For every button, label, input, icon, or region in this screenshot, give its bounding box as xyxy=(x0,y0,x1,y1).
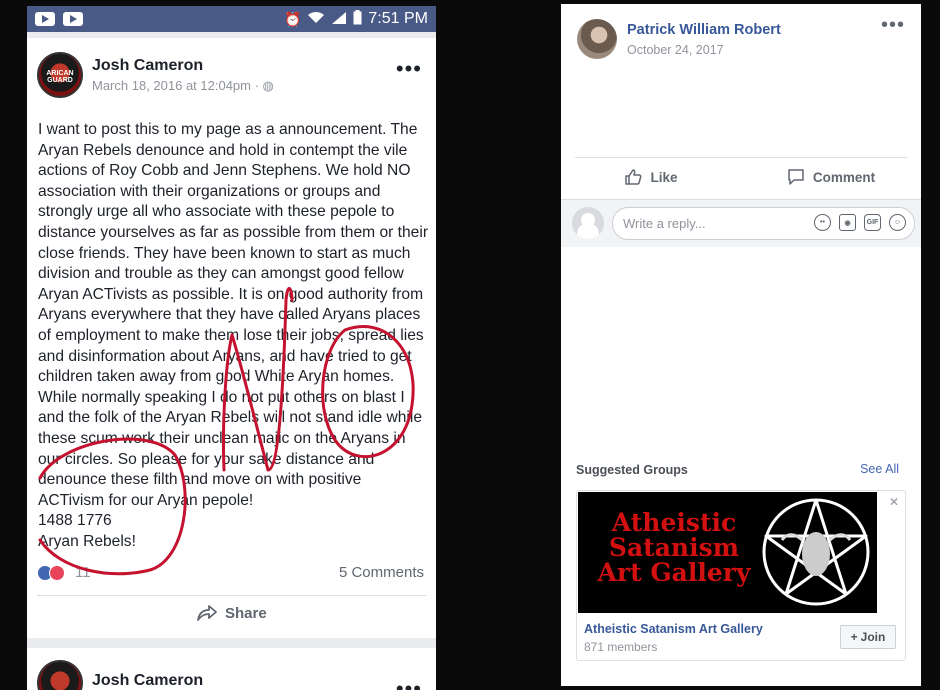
post-author[interactable]: Josh Cameron xyxy=(92,672,203,690)
avatar xyxy=(572,207,604,239)
post-body: I want to post this to my page as a anno… xyxy=(38,120,428,552)
suggested-groups-title: Suggested Groups xyxy=(576,463,688,477)
alarm-icon: ⏰ xyxy=(283,10,302,27)
more-options-icon[interactable]: ••• xyxy=(396,58,422,80)
signal-icon xyxy=(331,11,347,28)
group-members: 871 members xyxy=(584,640,658,654)
battery-icon xyxy=(353,10,362,28)
thumbs-up-icon xyxy=(625,169,642,185)
comment-header: Patrick William Robert October 24, 2017 xyxy=(577,19,781,59)
see-all-link[interactable]: See All xyxy=(860,462,899,476)
reaction-count: 11 xyxy=(75,564,91,581)
comment-button[interactable]: Comment xyxy=(741,168,921,186)
avatar[interactable] xyxy=(577,19,617,59)
youtube-icon xyxy=(63,12,83,26)
plus-icon: + xyxy=(850,630,858,644)
share-button[interactable]: Share xyxy=(197,604,267,622)
sticker-icon[interactable]: ☺ xyxy=(889,214,906,231)
post-signature-line2: Aryan Rebels! xyxy=(38,532,136,550)
group-banner-text: Atheistic Satanism Art Gallery xyxy=(597,508,751,587)
more-options-icon[interactable]: ••• xyxy=(396,678,422,690)
comment-panel: Patrick William Robert October 24, 2017 … xyxy=(561,4,921,686)
post-signature-line1: 1488 1776 xyxy=(38,512,112,530)
phone-screenshot: ⏰ 7:51 PM ARICAN GUARD Josh Cameron Marc… xyxy=(27,6,436,690)
avatar[interactable] xyxy=(37,660,83,690)
status-bar: ⏰ 7:51 PM xyxy=(27,6,436,32)
avatar[interactable]: ARICAN GUARD xyxy=(37,52,83,98)
status-icons: ⏰ xyxy=(284,10,362,28)
pentagram-icon xyxy=(762,498,870,606)
group-card: Atheistic Satanism Art Gallery ✕ Atheist… xyxy=(576,490,906,661)
group-name[interactable]: Atheistic Satanism Art Gallery xyxy=(584,622,763,636)
avatar-caption: ARICAN GUARD xyxy=(46,70,74,84)
divider xyxy=(37,595,426,596)
post-text: I want to post this to my page as a anno… xyxy=(38,121,429,509)
post-author[interactable]: Josh Cameron xyxy=(92,57,274,75)
comment-label: Comment xyxy=(812,169,876,185)
wifi-icon xyxy=(307,11,325,27)
action-bar: Like Comment xyxy=(561,168,921,186)
youtube-icon xyxy=(35,12,55,26)
share-icon xyxy=(197,605,217,621)
reply-composer: •• ◉ GIF ☺ xyxy=(561,199,921,247)
commenter-name[interactable]: Patrick William Robert xyxy=(627,22,781,38)
reply-input[interactable] xyxy=(623,216,803,231)
post-header: ARICAN GUARD Josh Cameron March 18, 2016… xyxy=(37,52,274,98)
share-label: Share xyxy=(225,604,267,622)
post-timestamp[interactable]: March 18, 2016 at 12:04pm · ◍ xyxy=(92,78,274,94)
angry-reaction-icon xyxy=(49,564,65,581)
join-label: Join xyxy=(860,630,886,644)
divider xyxy=(575,157,907,158)
comments-count[interactable]: 5 Comments xyxy=(339,564,424,581)
status-time: 7:51 PM xyxy=(368,10,428,27)
like-label: Like xyxy=(650,169,678,185)
more-options-icon[interactable]: ••• xyxy=(881,15,905,35)
like-button[interactable]: Like xyxy=(561,168,741,186)
post-date-text: March 18, 2016 at 12:04pm · xyxy=(92,77,263,93)
reactions-summary[interactable]: 11 xyxy=(37,564,91,581)
emoji-icon[interactable]: •• xyxy=(814,214,831,231)
speech-bubble-icon xyxy=(788,169,804,185)
camera-icon[interactable]: ◉ xyxy=(839,214,856,231)
comment-date[interactable]: October 24, 2017 xyxy=(627,43,781,57)
gif-icon[interactable]: GIF xyxy=(864,214,881,231)
feed-post: ARICAN GUARD Josh Cameron March 18, 2016… xyxy=(27,38,436,638)
group-banner[interactable]: Atheistic Satanism Art Gallery xyxy=(578,492,877,613)
close-icon[interactable]: ✕ xyxy=(889,495,899,509)
join-button[interactable]: + Join xyxy=(840,625,896,649)
feed-post-next: Josh Cameron ••• xyxy=(27,648,436,690)
screenshot-collage: ⏰ 7:51 PM ARICAN GUARD Josh Cameron Marc… xyxy=(0,0,940,690)
globe-icon: ◍ xyxy=(262,77,274,93)
reply-box[interactable]: •• ◉ GIF ☺ xyxy=(612,207,915,240)
